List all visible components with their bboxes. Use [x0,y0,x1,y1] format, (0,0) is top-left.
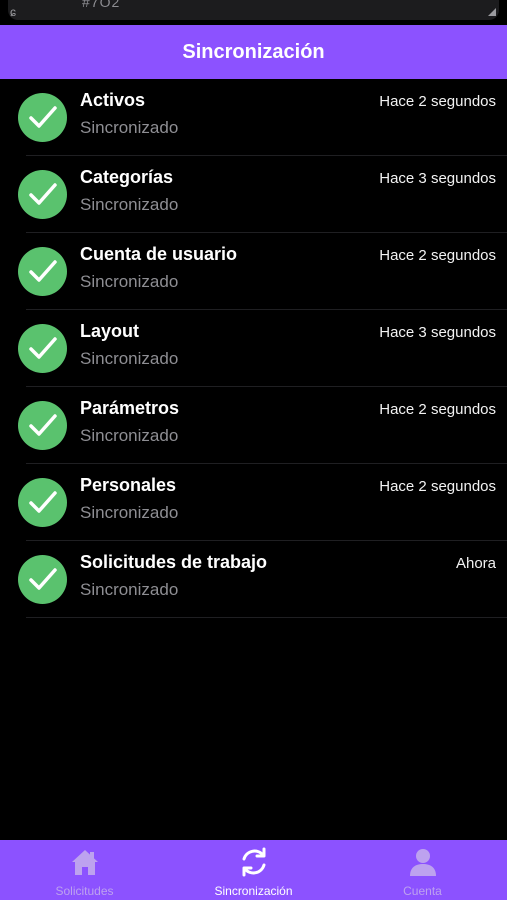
sync-list: Activos Sincronizado Hace 2 segundos Cat… [0,79,507,618]
sync-icon [238,846,270,878]
tab-label: Sincronización [214,884,293,898]
sync-row-solicitudes-de-trabajo[interactable]: Solicitudes de trabajo Sincronizado Ahor… [0,541,507,618]
sync-row-time: Ahora [455,555,496,572]
tab-bar: Solicitudes Sincronización Cuenta [0,840,507,900]
sync-row-title: Categorías [80,167,174,187]
sync-row-title: Parámetros [80,398,180,418]
home-icon [69,846,101,878]
check-icon [18,93,67,142]
tab-solicitudes[interactable]: Solicitudes [0,840,169,900]
sync-row-status: Sincronizado [80,426,179,445]
sync-row-personales[interactable]: Personales Sincronizado Hace 2 segundos [0,464,507,541]
person-icon [407,846,439,878]
sync-row-activos[interactable]: Activos Sincronizado Hace 2 segundos [0,79,507,156]
tab-label: Cuenta [403,884,442,898]
sync-row-layout[interactable]: Layout Sincronizado Hace 3 segundos [0,310,507,387]
sync-row-time: Hace 3 segundos [379,324,496,341]
tab-label: Solicitudes [55,884,114,898]
sync-row-title: Cuenta de usuario [80,244,238,264]
check-icon [18,247,67,296]
sync-row-status: Sincronizado [80,349,179,368]
sync-row-categorias[interactable]: Categorías Sincronizado Hace 3 segundos [0,156,507,233]
sync-row-status: Sincronizado [80,503,179,522]
sync-row-cuenta-de-usuario[interactable]: Cuenta de usuario Sincronizado Hace 2 se… [0,233,507,310]
tab-cuenta[interactable]: Cuenta [338,840,507,900]
page-title: Sincronización [182,40,325,63]
sync-row-parametros[interactable]: Parámetros Sincronizado Hace 2 segundos [0,387,507,464]
sync-row-time: Hace 2 segundos [379,247,496,264]
header-bar: Sincronización [0,25,507,79]
sync-row-title: Solicitudes de trabajo [80,552,268,572]
status-bar: ɕ #7O2 [0,0,507,25]
tab-sincronizacion[interactable]: Sincronización [169,840,338,900]
sync-row-title: Layout [80,321,140,341]
check-icon [18,170,67,219]
resize-corner-icon [488,8,496,16]
check-icon [18,324,67,373]
sync-row-status: Sincronizado [80,580,179,599]
check-icon [18,478,67,527]
sync-row-status: Sincronizado [80,195,179,214]
check-icon [18,401,67,450]
sync-row-status: Sincronizado [80,118,179,137]
sync-row-title: Activos [80,90,146,110]
status-bar-text: #7O2 [82,0,121,10]
sync-row-title: Personales [80,475,177,495]
sync-row-time: Hace 2 segundos [379,93,496,110]
check-icon [18,555,67,604]
sync-row-time: Hace 2 segundos [379,478,496,495]
sync-row-time: Hace 2 segundos [379,401,496,418]
status-left-glyph: ɕ [10,5,16,19]
sync-row-time: Hace 3 segundos [379,170,496,187]
row-divider [26,617,507,618]
sync-row-status: Sincronizado [80,272,179,291]
